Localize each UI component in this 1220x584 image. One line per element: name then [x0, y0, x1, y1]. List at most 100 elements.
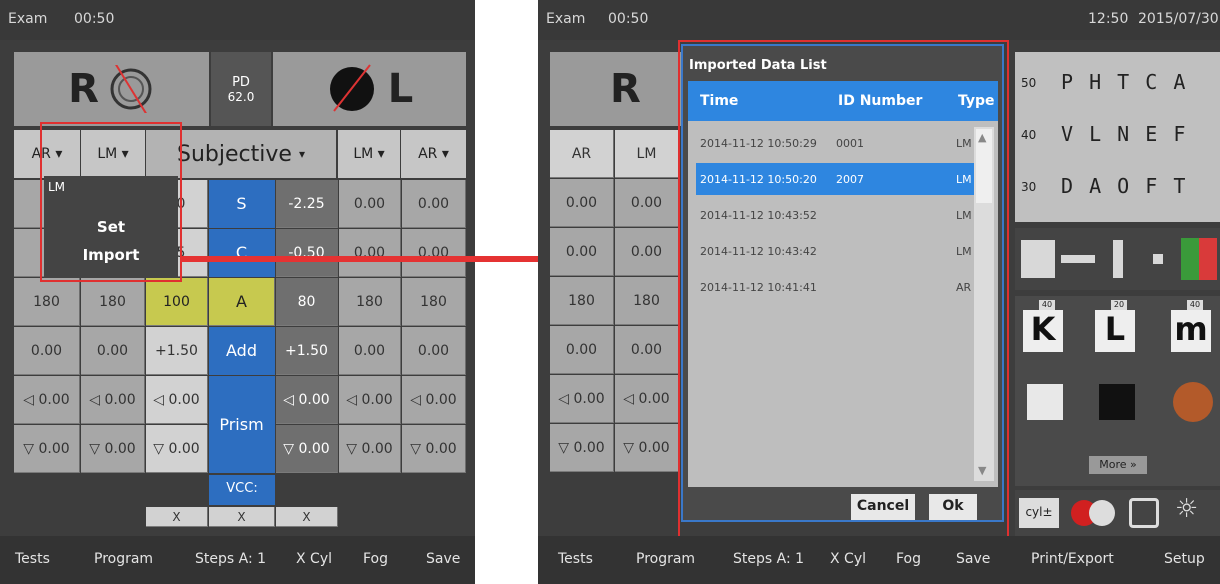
bg-cell-5-2[interactable]: 0.00 — [615, 326, 679, 374]
bg-cell-2-2[interactable]: 0.00 — [615, 179, 679, 227]
grid-cell-6-7[interactable]: ▽ 0.00 — [402, 425, 466, 473]
chart-row[interactable]: 30 D A O F T — [1015, 166, 1220, 206]
grid-cell-4-7[interactable]: 0.00 — [402, 327, 466, 375]
grid-cell-3-3[interactable]: 100 — [146, 278, 208, 326]
chart-size: 30 — [1021, 180, 1037, 194]
right-eye-button[interactable]: R — [14, 52, 209, 126]
grid-cell-6-3[interactable]: ▽ 0.00 — [146, 425, 208, 473]
bg-cell-6-2[interactable]: ◁ 0.00 — [615, 375, 679, 423]
size-tag-1: 40 — [1039, 300, 1055, 310]
bg-cell-4-1[interactable]: 180 — [550, 277, 614, 325]
steps-button[interactable]: Steps A: 1 — [195, 551, 266, 567]
grid-cell-4-1[interactable]: 0.00 — [14, 327, 80, 375]
grid-cell-4-6[interactable]: 0.00 — [339, 327, 401, 375]
grid-cell-4-3[interactable]: +1.50 — [146, 327, 208, 375]
chart-row[interactable]: 40 V L N E F — [1015, 114, 1220, 154]
vertical-line-icon[interactable] — [1113, 240, 1123, 278]
right-eye-button[interactable]: R — [550, 52, 681, 126]
red-chart-icon[interactable] — [1199, 238, 1217, 280]
bg-cell-2-1[interactable]: 0.00 — [550, 179, 614, 227]
print-export-button[interactable]: Print/Export — [1031, 551, 1114, 567]
chart-row[interactable]: 50 P H T C A — [1015, 62, 1220, 102]
bg-cell-3-2[interactable]: 0.00 — [615, 228, 679, 276]
fog-button[interactable]: Fog — [896, 551, 921, 567]
grid-cell-5-7[interactable]: ◁ 0.00 — [402, 376, 466, 424]
grid-cell-5-2[interactable]: ◁ 0.00 — [81, 376, 145, 424]
grid-cell-5-5[interactable]: ◁ 0.00 — [276, 376, 338, 424]
ar-header-left[interactable]: AR ▾ — [401, 130, 466, 178]
grid-cell-6-6[interactable]: ▽ 0.00 — [339, 425, 401, 473]
l-chart-icon[interactable]: L — [1095, 310, 1135, 352]
grid-cell-3-2[interactable]: 180 — [81, 278, 145, 326]
grid-cell-3-6[interactable]: 180 — [339, 278, 401, 326]
bg-cell-4-2[interactable]: 180 — [615, 277, 679, 325]
grid-cell-2-5[interactable]: -0.50 — [276, 229, 338, 277]
setup-button[interactable]: Setup — [1164, 551, 1205, 567]
vcc-x-2[interactable]: X — [209, 507, 275, 527]
pd-display[interactable]: PD 62.0 — [211, 52, 271, 126]
occluder-closed-icon — [329, 64, 374, 112]
grid-cell-4-2[interactable]: 0.00 — [81, 327, 145, 375]
left-eye-button[interactable]: L — [273, 52, 466, 126]
k-chart-icon[interactable]: K — [1023, 310, 1063, 352]
xcyl-button[interactable]: X Cyl — [296, 551, 332, 567]
grid-cell-4-5[interactable]: +1.50 — [276, 327, 338, 375]
grid-cell-3-5[interactable]: 80 — [276, 278, 338, 326]
lm-header-left[interactable]: LM ▾ — [338, 130, 400, 178]
blank-chart-icon[interactable] — [1021, 240, 1055, 278]
brightness-icon[interactable]: ☼ — [1175, 494, 1198, 524]
bg-cell-1-1[interactable]: AR — [550, 130, 614, 178]
grid-cell-5-6[interactable]: ◁ 0.00 — [339, 376, 401, 424]
grid-cell-1-5[interactable]: -2.25 — [276, 180, 338, 228]
bg-cell-3-1[interactable]: 0.00 — [550, 228, 614, 276]
vcc-x-3[interactable]: X — [276, 507, 338, 527]
vcc-x-1[interactable]: X — [146, 507, 208, 527]
green-chart-icon[interactable] — [1181, 238, 1199, 280]
bg-cell-1-2[interactable]: LM — [615, 130, 679, 178]
grid-cell-6-2[interactable]: ▽ 0.00 — [81, 425, 145, 473]
grid-cell-1-7[interactable]: 0.00 — [402, 180, 466, 228]
steps-button[interactable]: Steps A: 1 — [733, 551, 804, 567]
tests-button[interactable]: Tests — [558, 551, 593, 567]
dot-pattern-icon[interactable] — [1027, 384, 1063, 420]
grid-cell-1-4[interactable]: S — [209, 180, 275, 228]
xcyl-button[interactable]: X Cyl — [830, 551, 866, 567]
grid-cell-6-5[interactable]: ▽ 0.00 — [276, 425, 338, 473]
bg-cell-7-1[interactable]: ▽ 0.00 — [550, 424, 614, 472]
dot-icon[interactable] — [1153, 254, 1163, 264]
bg-cell-6-1[interactable]: ◁ 0.00 — [550, 375, 614, 423]
grid-cell-2-4[interactable]: C — [209, 229, 275, 277]
grid-cell-1-6[interactable]: 0.00 — [339, 180, 401, 228]
m-chart-icon[interactable]: m — [1171, 310, 1211, 352]
grid-cell-2-6[interactable]: 0.00 — [339, 229, 401, 277]
worth-dots-icon[interactable] — [1099, 384, 1135, 420]
program-button[interactable]: Program — [94, 551, 153, 567]
grid-cell-5-4[interactable]: Prism — [209, 376, 275, 473]
more-button[interactable]: More » — [1089, 456, 1147, 474]
occluder-icon[interactable] — [1089, 500, 1115, 526]
horizontal-line-icon[interactable] — [1061, 255, 1095, 263]
chart-type-row — [1015, 228, 1220, 290]
fundus-image-icon[interactable] — [1173, 382, 1213, 422]
top-bar: Exam 00:50 — [0, 0, 475, 40]
bg-cell-5-1[interactable]: 0.00 — [550, 326, 614, 374]
save-button[interactable]: Save — [426, 551, 460, 567]
save-button[interactable]: Save — [956, 551, 990, 567]
program-button[interactable]: Program — [636, 551, 695, 567]
grid-cell-2-7[interactable]: 0.00 — [402, 229, 466, 277]
grid-cell-5-3[interactable]: ◁ 0.00 — [146, 376, 208, 424]
bg-cell-7-2[interactable]: ▽ 0.00 — [615, 424, 679, 472]
grid-cell-4-4[interactable]: Add — [209, 327, 275, 375]
grid-cell-3-7[interactable]: 180 — [402, 278, 466, 326]
report-icon[interactable] — [1129, 498, 1159, 528]
tests-button[interactable]: Tests — [15, 551, 50, 567]
grid-cell-3-1[interactable]: 180 — [14, 278, 80, 326]
fog-button[interactable]: Fog — [363, 551, 388, 567]
right-eye-label: R — [68, 66, 99, 112]
cyl-plusminus-icon[interactable]: cyl± — [1019, 498, 1059, 528]
pd-label: PD — [232, 74, 250, 90]
grid-cell-6-1[interactable]: ▽ 0.00 — [14, 425, 80, 473]
grid-cell-5-1[interactable]: ◁ 0.00 — [14, 376, 80, 424]
vcc-label: VCC: — [209, 475, 275, 505]
grid-cell-3-4[interactable]: A — [209, 278, 275, 326]
